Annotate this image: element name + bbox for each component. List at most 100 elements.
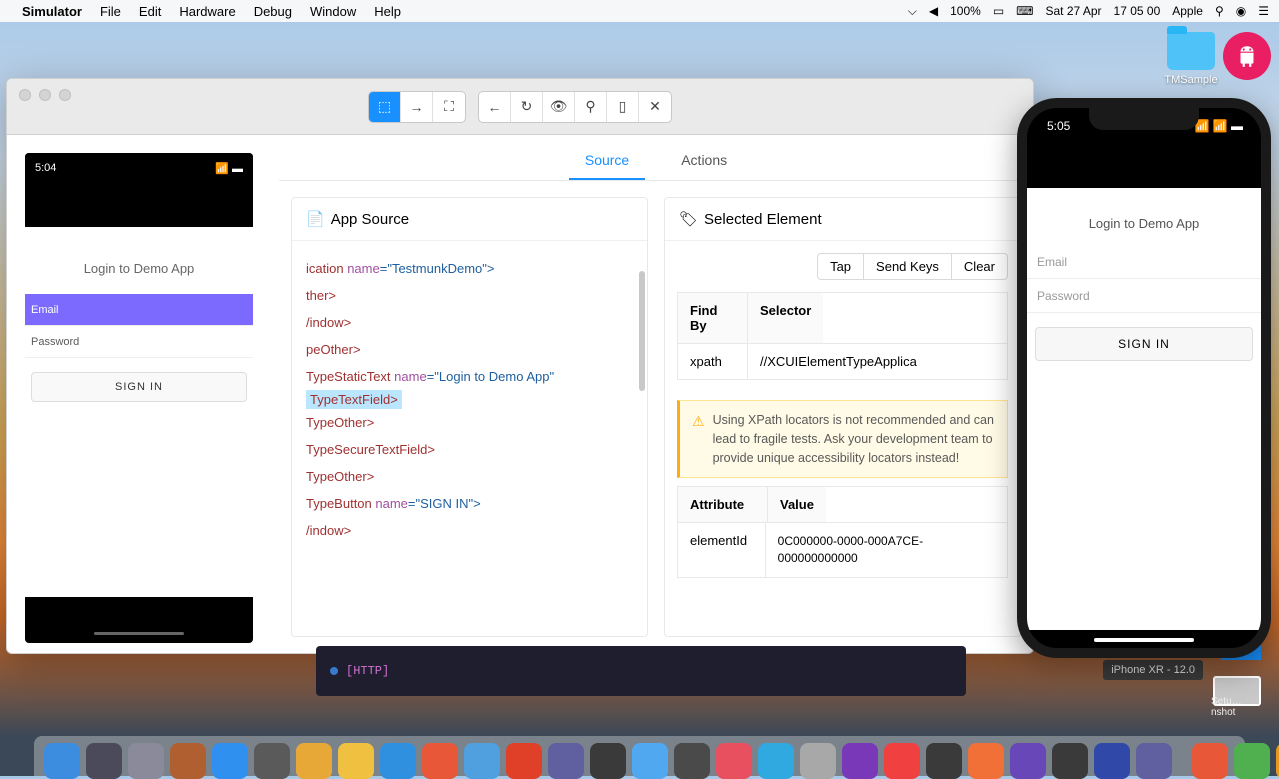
dock-app-16[interactable] [716, 743, 752, 779]
volume-icon[interactable]: ◀ [929, 4, 938, 18]
dock-app-5[interactable] [254, 743, 290, 779]
ios-simulator-window[interactable]: 5:05 📶 📶 ▬ Login to Demo App Email Passw… [1017, 98, 1271, 658]
refresh-button[interactable]: ↻ [511, 92, 543, 122]
menu-edit[interactable]: Edit [139, 4, 161, 19]
folder-label: TMSample [1155, 74, 1227, 86]
menu-hardware[interactable]: Hardware [179, 4, 235, 19]
dock-app-21[interactable] [926, 743, 962, 779]
window-titlebar[interactable]: ⬚ → ⛶ ← ↻ 👁 ⚲ ▯ ✕ [7, 79, 1033, 135]
clear-button[interactable]: Clear [951, 253, 1008, 280]
tap-tool-button[interactable]: ⛶ [433, 92, 465, 122]
dock-app-24[interactable] [1052, 743, 1088, 779]
quit-button[interactable]: ✕ [639, 92, 671, 122]
dock-app-0[interactable] [44, 743, 80, 779]
dock-app-17[interactable] [758, 743, 794, 779]
menu-window[interactable]: Window [310, 4, 356, 19]
tag-icon: 🏷 [679, 210, 698, 228]
sim-email-field[interactable]: Email [1027, 245, 1261, 279]
send-keys-button[interactable]: Send Keys [863, 253, 951, 280]
source-node[interactable]: peOther> [306, 336, 633, 363]
source-tree[interactable]: ication name="TestmunkDemo">ther>/indow>… [292, 241, 647, 558]
menu-help[interactable]: Help [374, 4, 401, 19]
zoom-window-button[interactable] [59, 89, 71, 101]
dock-app-25[interactable] [1094, 743, 1130, 779]
sim-password-field[interactable]: Password [1027, 279, 1261, 313]
android-studio-icon[interactable] [1223, 32, 1271, 80]
window-controls[interactable] [19, 89, 71, 101]
source-node[interactable]: /indow> [306, 309, 633, 336]
search-button[interactable]: ⚲ [575, 92, 607, 122]
minimize-window-button[interactable] [39, 89, 51, 101]
tap-button[interactable]: Tap [817, 253, 863, 280]
spotlight-icon[interactable]: ⚲ [1215, 4, 1224, 18]
back-button[interactable]: ← [479, 92, 511, 122]
dock-app-14[interactable] [632, 743, 668, 779]
dock-app-10[interactable] [464, 743, 500, 779]
menu-debug[interactable]: Debug [254, 4, 292, 19]
dock-app-13[interactable] [590, 743, 626, 779]
dock-app-9[interactable] [422, 743, 458, 779]
sim-status-icons: 📶 📶 ▬ [1194, 119, 1243, 133]
dock-app-4[interactable] [212, 743, 248, 779]
copy-button[interactable]: ▯ [607, 92, 639, 122]
sim-time: 5:05 [1047, 119, 1070, 133]
user[interactable]: Apple [1172, 4, 1203, 18]
desktop-folder-tmsample[interactable]: TMSample [1155, 32, 1227, 86]
notifications-icon[interactable]: ☰ [1258, 4, 1269, 18]
wifi-icon[interactable]: ⌵ [908, 4, 917, 19]
sim-signin-button[interactable]: SIGN IN [1035, 327, 1253, 361]
dock[interactable] [34, 736, 1245, 776]
app-name[interactable]: Simulator [22, 4, 82, 19]
dock-app-1[interactable] [86, 743, 122, 779]
time[interactable]: 17 05 00 [1114, 4, 1161, 18]
preview-password-field[interactable]: Password [25, 326, 253, 358]
source-node[interactable]: TypeButton name="SIGN IN"> [306, 490, 633, 517]
menubar: Simulator File Edit Hardware Debug Windo… [0, 0, 1279, 22]
dock-app-28[interactable] [1234, 743, 1270, 779]
source-node[interactable]: ication name="TestmunkDemo"> [306, 255, 633, 282]
tab-actions[interactable]: Actions [665, 142, 743, 180]
dock-app-22[interactable] [968, 743, 1004, 779]
swipe-tool-button[interactable]: → [401, 92, 433, 122]
dock-app-6[interactable] [296, 743, 332, 779]
dock-app-2[interactable] [128, 743, 164, 779]
dock-app-8[interactable] [380, 743, 416, 779]
record-button[interactable]: 👁 [543, 92, 575, 122]
screenshot-label: Setu…nshot [1211, 696, 1259, 718]
dock-app-11[interactable] [506, 743, 542, 779]
sim-home-indicator[interactable] [1094, 638, 1194, 642]
select-tool-button[interactable]: ⬚ [369, 92, 401, 122]
source-node[interactable]: /indow> [306, 517, 633, 544]
source-node[interactable]: TypeOther> [306, 409, 633, 436]
menu-file[interactable]: File [100, 4, 121, 19]
dock-app-23[interactable] [1010, 743, 1046, 779]
findby-header: Find By [678, 293, 748, 343]
dock-app-3[interactable] [170, 743, 206, 779]
source-node[interactable]: TypeOther> [306, 463, 633, 490]
dock-app-15[interactable] [674, 743, 710, 779]
dock-app-12[interactable] [548, 743, 584, 779]
tab-source[interactable]: Source [569, 142, 645, 180]
close-window-button[interactable] [19, 89, 31, 101]
terminal-window[interactable]: [HTTP] [316, 646, 966, 696]
source-node[interactable]: TypeTextField> [306, 390, 402, 409]
simulator-device-label: iPhone XR - 12.0 [1103, 660, 1203, 680]
dock-app-20[interactable] [884, 743, 920, 779]
dock-app-26[interactable] [1136, 743, 1172, 779]
preview-email-field[interactable]: Email [25, 294, 253, 326]
source-node[interactable]: ther> [306, 282, 633, 309]
desktop-screenshot-file[interactable]: Setu…nshot [1213, 676, 1261, 706]
preview-signin-button[interactable]: SIGN IN [31, 372, 247, 402]
dock-app-19[interactable] [842, 743, 878, 779]
input-icon[interactable]: ⌨ [1016, 4, 1033, 18]
dock-app-27[interactable] [1192, 743, 1228, 779]
folder-icon [1167, 32, 1215, 70]
source-node[interactable]: TypeStaticText name="Login to Demo App" [306, 363, 633, 390]
dock-app-18[interactable] [800, 743, 836, 779]
siri-icon[interactable]: ◉ [1236, 4, 1246, 18]
date[interactable]: Sat 27 Apr [1045, 4, 1101, 18]
dock-app-7[interactable] [338, 743, 374, 779]
source-node[interactable]: TypeSecureTextField> [306, 436, 633, 463]
device-screenshot[interactable]: 5:04 📶 ▬ Login to Demo App Email Passwor… [25, 153, 253, 643]
selected-element-title: Selected Element [704, 211, 822, 228]
